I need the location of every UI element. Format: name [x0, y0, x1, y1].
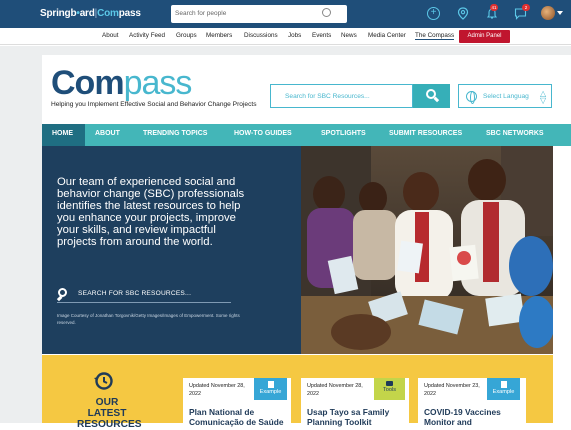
- tab-sbc-networks[interactable]: SBC NETWORKS: [486, 130, 544, 137]
- people-search-input[interactable]: Search for people: [171, 5, 347, 23]
- tab-trending-topics[interactable]: TRENDING TOPICS: [143, 130, 207, 137]
- compass-logo-com: Com: [51, 64, 125, 102]
- sbc-search-input[interactable]: Search for SBC Resources...: [270, 84, 413, 108]
- tab-submit-resources[interactable]: SUBMIT RESOURCES: [389, 130, 462, 137]
- globe-icon: [466, 91, 477, 104]
- admin-panel-button[interactable]: Admin Panel: [459, 30, 510, 43]
- tab-about[interactable]: ABOUT: [95, 130, 120, 137]
- latest-resources-title: OUR LATEST RESOURCES: [77, 397, 142, 430]
- compass-logo-pass: pass: [123, 64, 193, 102]
- messages-count-badge: 2: [522, 4, 530, 11]
- resource-card[interactable]: Updated November 23, 2022 Example COVID-…: [418, 378, 526, 427]
- logo-text-pass: pass: [118, 8, 141, 19]
- springboard-logo[interactable]: Springb•ard|Compass: [40, 8, 141, 19]
- search-icon-handle: [433, 96, 440, 102]
- resource-card[interactable]: Updated November 28, 2022 Example Plan N…: [183, 378, 291, 427]
- main-nav: HOME ABOUT TRENDING TOPICS HOW-TO GUIDES…: [42, 124, 571, 146]
- location-pin-icon[interactable]: [456, 7, 469, 20]
- tab-home[interactable]: HOME: [42, 124, 85, 146]
- document-icon: [267, 381, 274, 388]
- resource-date: Updated November 23, 2022: [424, 383, 480, 397]
- hero-photo: [301, 146, 553, 354]
- document-icon: [500, 381, 507, 388]
- language-select-label: Select Languag: [483, 93, 529, 100]
- people-search-placeholder: Search for people: [175, 10, 227, 17]
- hero-text: Our team of experienced social and behav…: [57, 176, 245, 249]
- resource-date: Updated November 28, 2022: [189, 383, 245, 397]
- select-arrows-icon: △ ▽: [540, 89, 547, 105]
- search-icon: [322, 8, 331, 17]
- nav-activity-feed[interactable]: Activity Feed: [129, 32, 165, 39]
- logo-text-ard: ard: [79, 8, 95, 19]
- language-select[interactable]: Select Languag △ ▽: [458, 84, 552, 108]
- nav-discussions[interactable]: Discussions: [244, 32, 278, 39]
- user-avatar[interactable]: [541, 6, 555, 20]
- tab-how-to-guides[interactable]: HOW-TO GUIDES: [234, 130, 292, 137]
- resource-card[interactable]: Updated November 28, 2022 Tools Usap Tay…: [301, 378, 409, 427]
- nav-groups[interactable]: Groups: [176, 32, 197, 39]
- logo-text-springb: Springb: [40, 8, 77, 19]
- chevron-down-icon[interactable]: [557, 11, 563, 15]
- resource-tag-label: Tools: [382, 387, 397, 393]
- nav-media-center[interactable]: Media Center: [368, 32, 406, 39]
- sbc-search-button[interactable]: [413, 84, 450, 108]
- resource-date: Updated November 28, 2022: [307, 383, 363, 397]
- resource-title[interactable]: Usap Tayo sa Family Planning Toolkit: [307, 407, 405, 427]
- add-icon[interactable]: +: [427, 7, 440, 20]
- sbc-search-placeholder: Search for SBC Resources...: [285, 93, 370, 100]
- nav-news[interactable]: News: [341, 32, 357, 39]
- notifications-count-badge: 41: [490, 4, 498, 11]
- nav-events[interactable]: Events: [312, 32, 331, 39]
- resource-title[interactable]: Plan National de Comunicação de Saúde: [189, 407, 287, 427]
- logo-text-com: Com: [97, 8, 119, 19]
- resource-tag: Tools: [374, 378, 405, 400]
- image-credit: Image Courtesy of Jonathan Torgovnik/Get…: [57, 313, 240, 325]
- hero-search-input[interactable]: SEARCH FOR SBC RESOURCES...: [56, 288, 231, 303]
- nav-about[interactable]: About: [102, 32, 118, 39]
- nav-jobs[interactable]: Jobs: [288, 32, 301, 39]
- resource-tag-label: Example: [259, 389, 282, 395]
- resource-tag: Example: [487, 378, 520, 400]
- resource-tag: Example: [254, 378, 287, 400]
- nav-the-compass[interactable]: The Compass: [415, 32, 455, 40]
- resource-tag-label: Example: [492, 389, 515, 395]
- hero-search-label: SEARCH FOR SBC RESOURCES...: [78, 290, 192, 297]
- compass-logo[interactable]: Compass: [51, 64, 193, 102]
- nav-members[interactable]: Members: [206, 32, 232, 39]
- search-icon-handle: [56, 295, 63, 301]
- resource-title[interactable]: COVID-19 Vaccines Monitor and: [424, 407, 522, 427]
- tagline: Helping you Implement Effective Social a…: [51, 101, 257, 108]
- tab-spotlights[interactable]: SPOTLIGHTS: [321, 130, 366, 137]
- history-clock-icon: [93, 371, 113, 391]
- toolbox-icon: [386, 381, 393, 386]
